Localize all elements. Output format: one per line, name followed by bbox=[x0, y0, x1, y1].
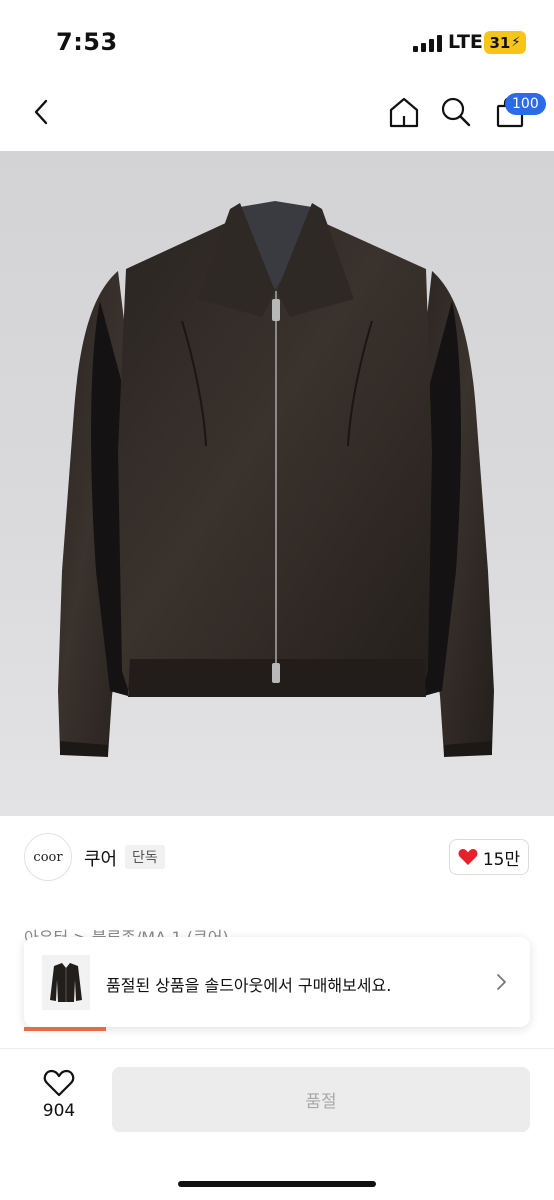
brand-like-count: 15만 bbox=[482, 849, 521, 870]
status-bar: 7:53 LTE 31 ⚡ bbox=[0, 0, 554, 84]
product-image[interactable] bbox=[0, 151, 554, 816]
soldout-banner[interactable]: 품절된 상품을 솔드아웃에서 구매해보세요. bbox=[24, 937, 530, 1027]
brand-name[interactable]: 쿠어 bbox=[84, 845, 117, 871]
soldout-banner-text: 품절된 상품을 솔드아웃에서 구매해보세요. bbox=[106, 976, 392, 995]
banner-product-thumbnail bbox=[42, 955, 90, 1010]
brand-row: coor 쿠어 단독 15만 bbox=[0, 830, 554, 886]
network-type: LTE bbox=[448, 31, 483, 53]
jacket-photo bbox=[58, 201, 494, 757]
heart-filled-icon bbox=[458, 849, 478, 865]
sold-out-button[interactable]: 품절 bbox=[112, 1067, 530, 1132]
battery-icon: 31 ⚡ bbox=[484, 31, 526, 54]
status-time: 7:53 bbox=[56, 28, 118, 56]
tab-active-indicator bbox=[24, 1027, 106, 1031]
heart-outline-icon bbox=[43, 1069, 75, 1097]
bottom-bar-divider bbox=[0, 1048, 554, 1049]
cart-count-badge: 100 bbox=[505, 93, 546, 115]
home-button[interactable] bbox=[382, 90, 426, 134]
wishlist-button[interactable]: 904 bbox=[30, 1068, 88, 1130]
jacket-thumbnail bbox=[50, 962, 82, 1002]
signal-icon bbox=[413, 34, 442, 52]
brand-logo[interactable]: coor bbox=[24, 833, 72, 881]
search-icon bbox=[441, 97, 471, 127]
brand-like-button[interactable]: 15만 bbox=[449, 839, 529, 875]
search-button[interactable] bbox=[434, 90, 478, 134]
home-indicator bbox=[178, 1181, 376, 1187]
wishlist-count: 904 bbox=[42, 1101, 76, 1121]
nav-bar bbox=[0, 84, 554, 150]
exclusive-badge: 단독 bbox=[125, 845, 165, 869]
home-icon bbox=[389, 97, 419, 128]
battery-level: 31 bbox=[489, 33, 511, 52]
chevron-right-icon bbox=[490, 969, 512, 995]
chevron-left-icon bbox=[34, 99, 48, 125]
charging-icon: ⚡ bbox=[511, 35, 521, 50]
back-button[interactable] bbox=[20, 90, 64, 134]
